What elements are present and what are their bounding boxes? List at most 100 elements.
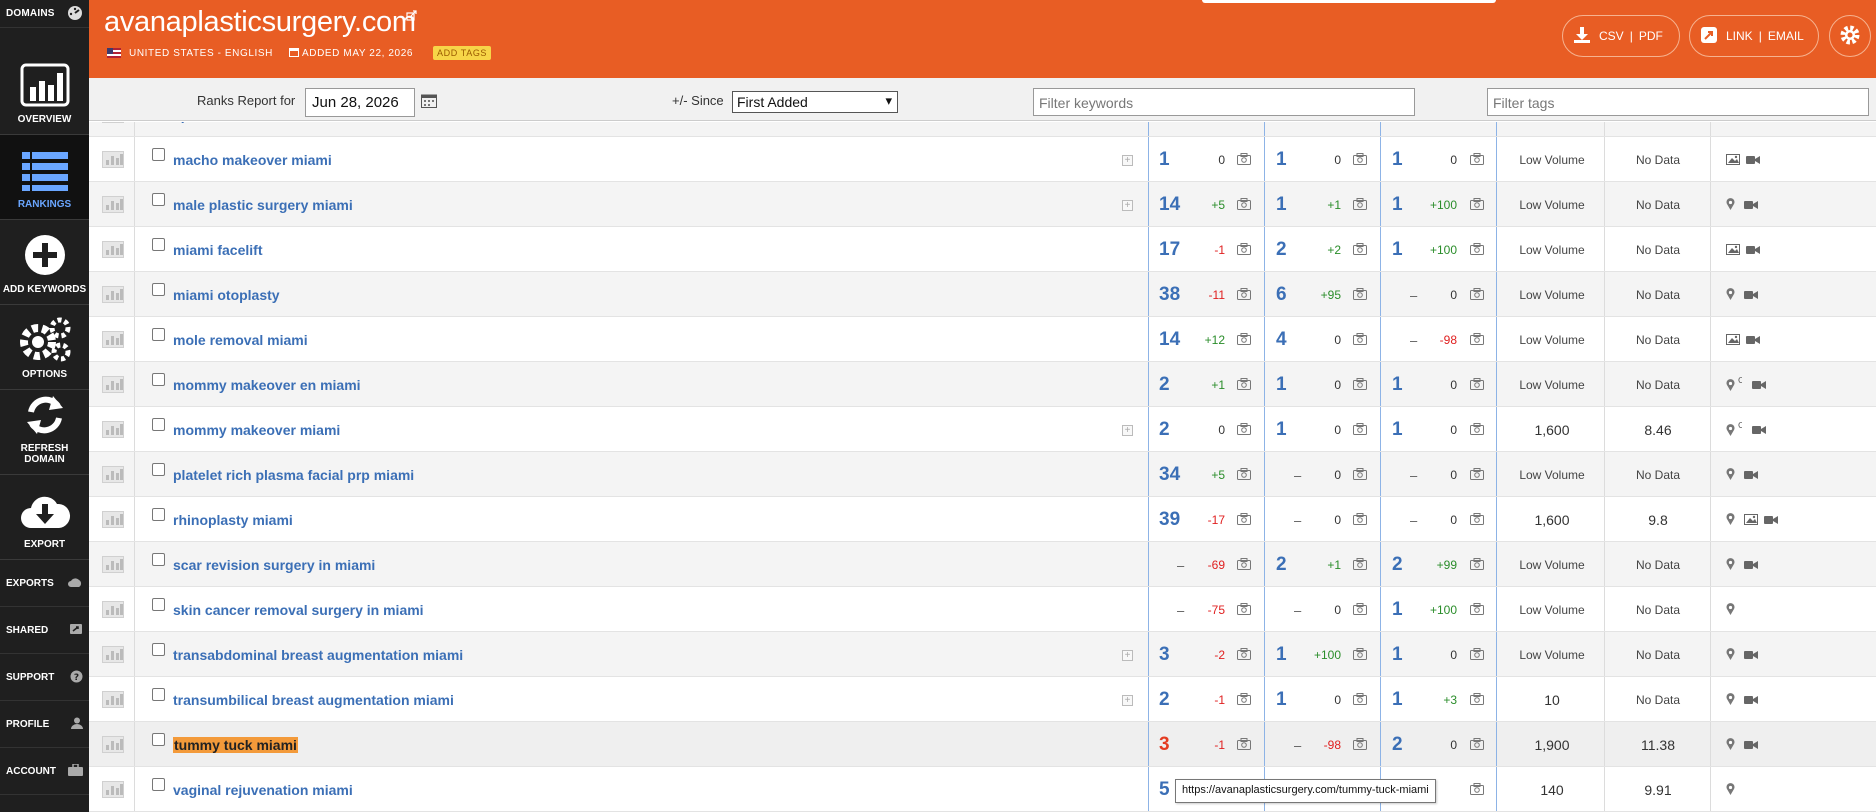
sidebar-item-export[interactable]: EXPORT — [0, 475, 89, 560]
camera-icon[interactable] — [1237, 422, 1251, 440]
keyword-link[interactable]: mole removal miami — [173, 332, 308, 348]
camera-icon[interactable] — [1470, 782, 1484, 800]
rank-chart-icon[interactable] — [102, 691, 124, 708]
camera-icon[interactable] — [1237, 122, 1251, 125]
domain-title[interactable]: avanaplasticsurgery.com — [104, 6, 416, 39]
keyword-link[interactable]: skin cancer removal surgery in miami — [173, 602, 424, 618]
camera-icon[interactable] — [1470, 287, 1484, 305]
camera-icon[interactable] — [1237, 512, 1251, 530]
camera-icon[interactable] — [1237, 647, 1251, 665]
camera-icon[interactable] — [1353, 602, 1367, 620]
filter-keywords-input[interactable]: Filter keywords — [1033, 88, 1415, 116]
keyword-link[interactable]: mommy makeover en miami — [173, 377, 361, 393]
keyword-link[interactable]: platelet rich plasma facial prp miami — [173, 467, 414, 483]
rank-chart-icon[interactable] — [102, 122, 124, 123]
keyword-link[interactable]: rhinoplasty miami — [173, 512, 293, 528]
camera-icon[interactable] — [1470, 467, 1484, 485]
sidebar-domains[interactable]: DOMAINS — [0, 0, 89, 28]
expand-plus-icon[interactable]: + — [1122, 425, 1133, 436]
rank-chart-icon[interactable] — [102, 241, 124, 258]
settings-button[interactable] — [1829, 15, 1871, 57]
keyword-link[interactable]: mommy makeover miami — [173, 422, 340, 438]
camera-icon[interactable] — [1353, 287, 1367, 305]
row-checkbox[interactable] — [152, 418, 165, 431]
camera-icon[interactable] — [1353, 737, 1367, 755]
rank-chart-icon[interactable] — [102, 331, 124, 348]
keyword-link[interactable]: vaginal rejuvenation miami — [173, 782, 353, 798]
row-checkbox[interactable] — [152, 598, 165, 611]
sidebar-link-exports[interactable]: EXPORTS — [0, 560, 89, 607]
camera-icon[interactable] — [1237, 152, 1251, 170]
camera-icon[interactable] — [1237, 692, 1251, 710]
expand-plus-icon[interactable]: + — [1122, 650, 1133, 661]
row-checkbox[interactable] — [152, 688, 165, 701]
since-select[interactable]: First Added — [732, 91, 898, 113]
camera-icon[interactable] — [1353, 422, 1367, 440]
camera-icon[interactable] — [1237, 242, 1251, 260]
row-checkbox[interactable] — [152, 553, 165, 566]
sidebar-item-overview[interactable]: OVERVIEW — [0, 50, 89, 135]
report-date-input[interactable]: Jun 28, 2026 — [305, 88, 415, 117]
camera-icon[interactable] — [1470, 737, 1484, 755]
sidebar-link-shared[interactable]: SHARED — [0, 607, 89, 654]
camera-icon[interactable] — [1353, 467, 1367, 485]
camera-icon[interactable] — [1353, 122, 1367, 125]
camera-icon[interactable] — [1237, 377, 1251, 395]
camera-icon[interactable] — [1470, 152, 1484, 170]
keyword-link[interactable]: tummy tuck miami — [173, 737, 298, 753]
expand-plus-icon[interactable]: + — [1122, 200, 1133, 211]
camera-icon[interactable] — [1353, 512, 1367, 530]
camera-icon[interactable] — [1470, 512, 1484, 530]
filter-tags-input[interactable]: Filter tags — [1487, 88, 1869, 116]
row-checkbox[interactable] — [152, 508, 165, 521]
camera-icon[interactable] — [1470, 647, 1484, 665]
keyword-link[interactable]: liposuction miami — [173, 122, 292, 123]
link-button[interactable]: LINK — [1726, 29, 1753, 43]
expand-plus-icon[interactable]: + — [1122, 155, 1133, 166]
camera-icon[interactable] — [1237, 737, 1251, 755]
camera-icon[interactable] — [1470, 197, 1484, 215]
add-tags-button[interactable]: ADD TAGS — [433, 46, 492, 60]
camera-icon[interactable] — [1353, 557, 1367, 575]
row-checkbox[interactable] — [152, 193, 165, 206]
sidebar-item-refresh-domain[interactable]: REFRESH DOMAIN — [0, 390, 89, 475]
email-button[interactable]: EMAIL — [1768, 29, 1804, 43]
sidebar-item-add-keywords[interactable]: ADD KEYWORDS — [0, 220, 89, 305]
sidebar-item-rankings[interactable]: RANKINGS — [0, 135, 89, 220]
rank-chart-icon[interactable] — [102, 466, 124, 483]
keyword-link[interactable]: male plastic surgery miami — [173, 197, 353, 213]
row-checkbox[interactable] — [152, 238, 165, 251]
rank-chart-icon[interactable] — [102, 376, 124, 393]
row-checkbox[interactable] — [152, 778, 165, 791]
camera-icon[interactable] — [1237, 287, 1251, 305]
camera-icon[interactable] — [1353, 647, 1367, 665]
row-checkbox[interactable] — [152, 643, 165, 656]
camera-icon[interactable] — [1353, 377, 1367, 395]
rank-chart-icon[interactable] — [102, 781, 124, 798]
camera-icon[interactable] — [1353, 152, 1367, 170]
keyword-link[interactable]: transumbilical breast augmentation miami — [173, 692, 454, 708]
camera-icon[interactable] — [1353, 692, 1367, 710]
row-checkbox[interactable] — [152, 373, 165, 386]
sidebar-link-profile[interactable]: PROFILE — [0, 701, 89, 748]
rank-chart-icon[interactable] — [102, 421, 124, 438]
keyword-link[interactable]: miami otoplasty — [173, 287, 280, 303]
pdf-button[interactable]: PDF — [1639, 29, 1663, 43]
expand-plus-icon[interactable]: + — [1122, 695, 1133, 706]
camera-icon[interactable] — [1470, 377, 1484, 395]
camera-icon[interactable] — [1237, 557, 1251, 575]
rank-chart-icon[interactable] — [102, 511, 124, 528]
csv-button[interactable]: CSV — [1599, 29, 1624, 43]
camera-icon[interactable] — [1237, 467, 1251, 485]
camera-icon[interactable] — [1470, 332, 1484, 350]
sidebar-link-support[interactable]: SUPPORT ? — [0, 654, 89, 701]
camera-icon[interactable] — [1353, 332, 1367, 350]
sidebar-link-account[interactable]: ACCOUNT — [0, 748, 89, 795]
external-link-icon[interactable] — [406, 8, 417, 26]
camera-icon[interactable] — [1237, 602, 1251, 620]
row-checkbox[interactable] — [152, 283, 165, 296]
calendar-icon[interactable] — [421, 93, 437, 111]
row-checkbox[interactable] — [152, 328, 165, 341]
rank-chart-icon[interactable] — [102, 286, 124, 303]
camera-icon[interactable] — [1470, 692, 1484, 710]
